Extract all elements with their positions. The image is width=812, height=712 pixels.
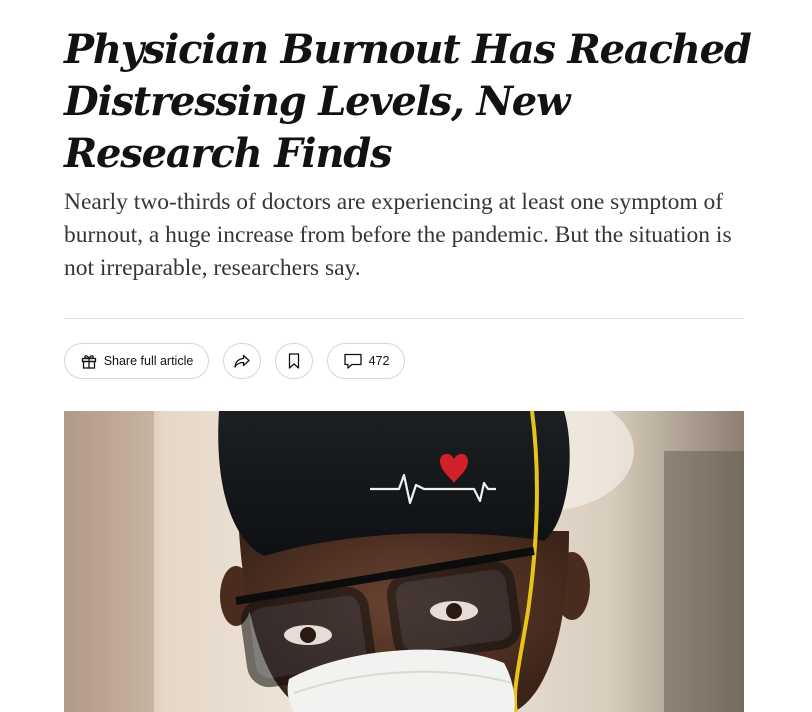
article-headline: Physician Burnout Has Reached Distressin…: [64, 26, 752, 177]
share-full-article-button[interactable]: Share full article: [64, 343, 209, 379]
share-button[interactable]: [223, 343, 261, 379]
article-summary: Nearly two-thirds of doctors are experie…: [64, 189, 732, 281]
article-lead-photo: [64, 411, 744, 712]
gift-icon: [80, 352, 98, 370]
comment-bubble-icon: [343, 352, 363, 370]
share-button-label: Share full article: [103, 354, 194, 368]
comment-count: 472: [368, 354, 390, 368]
article-toolbar: Share full article 472: [64, 342, 405, 380]
divider: [64, 318, 744, 319]
bookmark-icon: [286, 352, 302, 370]
comments-button[interactable]: 472: [327, 343, 405, 379]
share-arrow-icon: [233, 352, 251, 370]
save-button[interactable]: [275, 343, 313, 379]
